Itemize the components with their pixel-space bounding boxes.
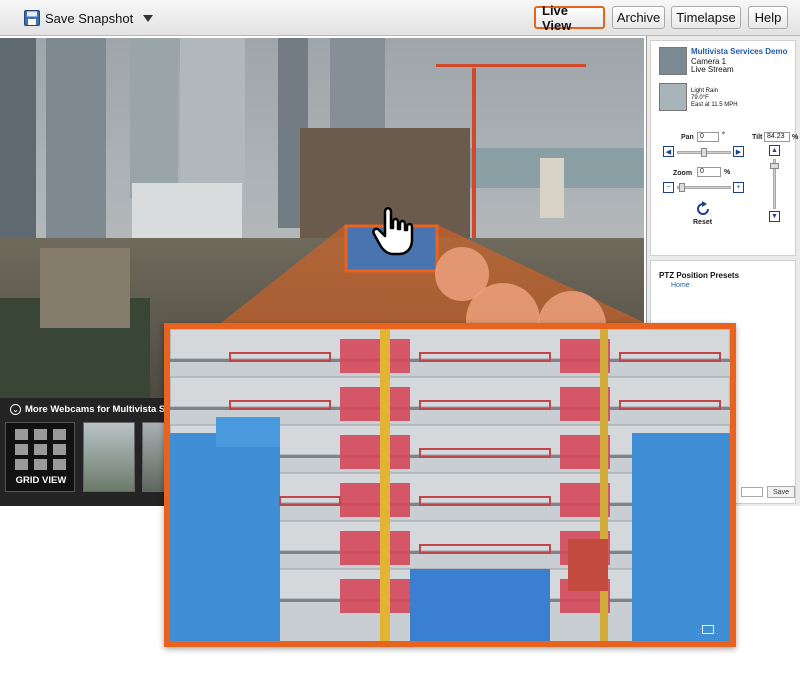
weather-wind: East at 11.5 MPH: [691, 102, 738, 108]
more-webcams-header[interactable]: ⌄ More Webcams for Multivista S: [10, 404, 165, 415]
camera-info-box: Multivista Services Demo Camera 1 Live S…: [650, 40, 799, 256]
pan-slider-knob[interactable]: [701, 148, 707, 157]
presets-title: PTZ Position Presets: [659, 271, 740, 280]
zoom-label: Zoom: [673, 170, 693, 177]
tilt-down-button[interactable]: ▼: [769, 211, 780, 222]
site-thumbnail: [659, 47, 687, 75]
pan-right-button[interactable]: ▶: [733, 146, 744, 157]
help-button[interactable]: Help: [748, 6, 788, 29]
building-closeup-image: [170, 329, 730, 641]
zoom-input[interactable]: 0: [697, 167, 721, 177]
tilt-unit: %: [792, 134, 799, 141]
floppy-disk-icon: [24, 10, 40, 26]
tilt-input[interactable]: 84.23: [764, 132, 790, 142]
zoom-slider-knob[interactable]: [679, 183, 685, 192]
stream-label: Live Stream: [691, 65, 734, 74]
fullscreen-icon[interactable]: [702, 625, 714, 634]
save-snapshot-button[interactable]: Save Snapshot: [24, 8, 154, 28]
save-preset-button[interactable]: Save: [767, 486, 795, 498]
preset-home-link[interactable]: Home: [671, 282, 690, 289]
webcam-viewer: Save Snapshot Live View Archive Timelaps…: [0, 0, 800, 674]
top-toolbar: Save Snapshot Live View Archive Timelaps…: [0, 0, 800, 36]
more-webcams-title: More Webcams for Multivista S: [25, 404, 166, 415]
chevron-down-circle-icon[interactable]: ⌄: [10, 404, 21, 415]
pan-input[interactable]: 0: [697, 132, 719, 142]
weather-icon: [659, 83, 687, 111]
chevron-down-icon[interactable]: [143, 14, 154, 22]
webcam-thumbnail[interactable]: [83, 422, 135, 492]
pan-left-button[interactable]: ◀: [663, 146, 674, 157]
zoom-out-button[interactable]: −: [663, 182, 674, 193]
live-view-button[interactable]: Live View: [534, 3, 605, 33]
tilt-up-button[interactable]: ▲: [769, 145, 780, 156]
zoom-unit: %: [724, 169, 731, 176]
grid-view-button[interactable]: GRID VIEW: [5, 422, 75, 492]
pan-label: Pan: [681, 134, 694, 141]
zoom-in-button[interactable]: +: [733, 182, 744, 193]
archive-button[interactable]: Archive: [612, 6, 665, 29]
weather-info: Light Rain 79.0°F East at 11.5 MPH: [691, 88, 738, 109]
zoom-callout-image: [164, 323, 736, 647]
pan-unit: °: [722, 132, 725, 139]
timelapse-button[interactable]: Timelapse: [671, 6, 741, 29]
weather-condition: Light Rain: [691, 88, 719, 94]
zoom-slider[interactable]: [677, 186, 731, 189]
tilt-slider-knob[interactable]: [770, 163, 779, 169]
weather-temperature: 79.0°F: [691, 95, 709, 101]
reset-icon[interactable]: [695, 201, 711, 217]
tilt-label: Tilt: [752, 134, 763, 141]
save-snapshot-label: Save Snapshot: [45, 10, 134, 26]
site-name-link[interactable]: Multivista Services Demo: [691, 47, 787, 56]
pointer-hand-icon: [372, 207, 414, 256]
preset-name-input[interactable]: [741, 487, 763, 497]
grid-view-label: GRID VIEW: [15, 475, 67, 486]
reset-button[interactable]: Reset: [693, 219, 712, 226]
